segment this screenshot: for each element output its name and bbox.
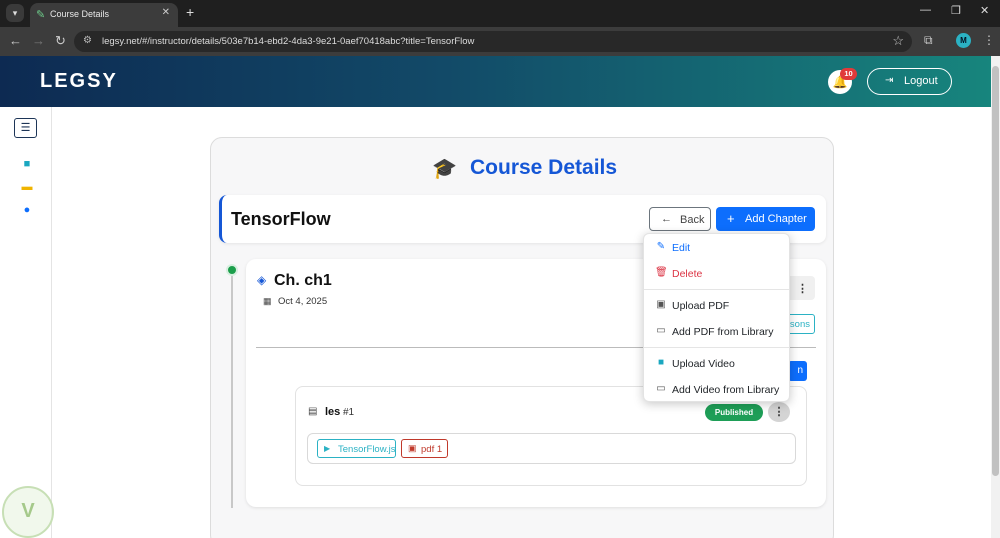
new-tab-icon[interactable]: + <box>186 4 194 20</box>
arrow-left-icon: ← <box>661 213 672 225</box>
menu-item-delete[interactable]: 🗑 Delete <box>655 265 790 285</box>
trash-icon: 🗑 <box>655 267 668 278</box>
chapter-title: Ch. ch1 <box>274 272 332 289</box>
kebab-icon[interactable]: ⋮ <box>797 282 808 295</box>
logo[interactable]: LEGSY <box>40 70 118 93</box>
folder-icon[interactable]: ▬ <box>20 181 34 193</box>
timeline-line <box>231 270 233 508</box>
lesson-options-button[interactable]: ⋮ <box>768 402 790 422</box>
menu-item-add-video-library[interactable]: ▭ Add Video from Library <box>655 381 790 401</box>
back-arrow-icon[interactable]: ← <box>9 33 22 48</box>
pdf-resource-chip[interactable]: ▣ pdf 1 <box>401 439 448 458</box>
logout-button[interactable]: ⇥ Logout <box>867 68 952 95</box>
app-header: LEGSY 🔔 10 ⇥ Logout <box>0 56 991 107</box>
sign-out-icon: ⇥ <box>885 75 894 86</box>
notification-badge: 10 <box>840 68 857 80</box>
menu-item-label: Upload PDF <box>672 300 730 312</box>
logout-label: Logout <box>904 75 938 87</box>
course-name: TensorFlow <box>231 209 331 229</box>
book-icon: ▤ <box>308 406 318 417</box>
extensions-icon[interactable]: ⧉ <box>924 33 933 48</box>
back-label: Back <box>680 214 705 226</box>
browser-toolbar: ← → ↻ ⚙ legsy.net/#/instructor/details/5… <box>0 27 1000 56</box>
folder-open-icon: ▭ <box>656 325 666 336</box>
lesson-number: #1 <box>343 407 355 418</box>
restore-icon[interactable]: ❐ <box>951 4 961 17</box>
menu-item-label: Add PDF from Library <box>672 326 774 338</box>
back-button[interactable]: ← Back <box>649 207 711 231</box>
add-lesson-button[interactable]: n <box>788 361 807 381</box>
lesson-name: les <box>325 406 341 418</box>
menu-item-label: Edit <box>672 242 691 254</box>
status-badge: Published <box>705 404 763 421</box>
favicon-icon: ✎ <box>36 9 46 21</box>
scroll-thumb[interactable] <box>992 66 999 476</box>
pdf-resource-label: pdf 1 <box>421 444 443 455</box>
calendar-icon: ▦ <box>263 296 272 306</box>
layers-icon: ◈ <box>257 273 267 287</box>
tab-title: Course Details <box>50 9 110 19</box>
menu-item-label: Delete <box>672 268 703 280</box>
video-resource-chip[interactable]: ▶ TensorFlow.js <box>317 439 396 458</box>
page-title: Course Details <box>470 156 618 179</box>
page-scrollbar[interactable] <box>991 56 1000 538</box>
browser-tabbar: ▾ ✎ Course Details ✕ + — ❐ ✕ <box>0 0 1000 27</box>
menu-toggle-icon[interactable]: ☰ <box>14 118 37 138</box>
forward-arrow-icon[interactable]: → <box>32 33 45 48</box>
menu-item-upload-pdf[interactable]: ▣ Upload PDF <box>655 297 790 317</box>
add-chapter-button[interactable]: + Add Chapter <box>716 207 815 231</box>
address-bar[interactable]: ⚙ legsy.net/#/instructor/details/503e7b1… <box>74 31 912 52</box>
video-resource-label: TensorFlow.js <box>338 444 396 455</box>
menu-item-edit[interactable]: ✎ Edit <box>655 239 790 259</box>
profile-avatar[interactable]: M <box>956 33 971 48</box>
minimize-icon[interactable]: — <box>920 4 931 16</box>
bookmark-star-icon[interactable]: ☆ <box>892 33 904 49</box>
add-chapter-label: Add Chapter <box>745 213 807 225</box>
reload-icon[interactable]: ↻ <box>55 33 66 49</box>
user-icon[interactable]: ● <box>20 204 34 216</box>
watermark-logo: V <box>2 486 54 538</box>
pdf-file-icon: ▣ <box>408 443 417 453</box>
menu-divider <box>644 347 789 348</box>
book-icon[interactable]: ■ <box>20 158 34 170</box>
video-camera-icon: ■ <box>657 357 665 368</box>
menu-divider <box>644 289 789 290</box>
browser-tab[interactable]: ✎ Course Details ✕ <box>30 3 178 27</box>
chapter-date: Oct 4, 2025 <box>278 296 328 307</box>
folder-open-icon: ▭ <box>656 383 666 394</box>
menu-item-label: Upload Video <box>672 358 735 370</box>
browser-menu-icon[interactable]: ⋮ <box>983 33 995 47</box>
pdf-file-icon: ▣ <box>656 299 666 310</box>
play-icon: ▶ <box>324 444 331 453</box>
site-info-icon[interactable]: ⚙ <box>83 35 92 46</box>
close-tab-icon[interactable]: ✕ <box>162 7 170 18</box>
add-lesson-label: n <box>797 365 803 376</box>
lessons-label: sons <box>789 319 810 330</box>
url-text: legsy.net/#/instructor/details/503e7b14-… <box>102 36 475 47</box>
menu-item-upload-video[interactable]: ■ Upload Video <box>655 355 790 375</box>
graduation-cap-icon: 🎓 <box>432 158 457 180</box>
close-window-icon[interactable]: ✕ <box>980 4 989 17</box>
menu-item-label: Add Video from Library <box>672 384 780 396</box>
menu-item-add-pdf-library[interactable]: ▭ Add PDF from Library <box>655 323 790 343</box>
timeline-dot <box>226 264 238 276</box>
edit-icon: ✎ <box>656 241 666 252</box>
tab-search-icon[interactable]: ▾ <box>6 4 24 22</box>
sidebar: ☰ ■ ▬ ● <box>0 107 52 538</box>
plus-icon: + <box>727 211 735 226</box>
